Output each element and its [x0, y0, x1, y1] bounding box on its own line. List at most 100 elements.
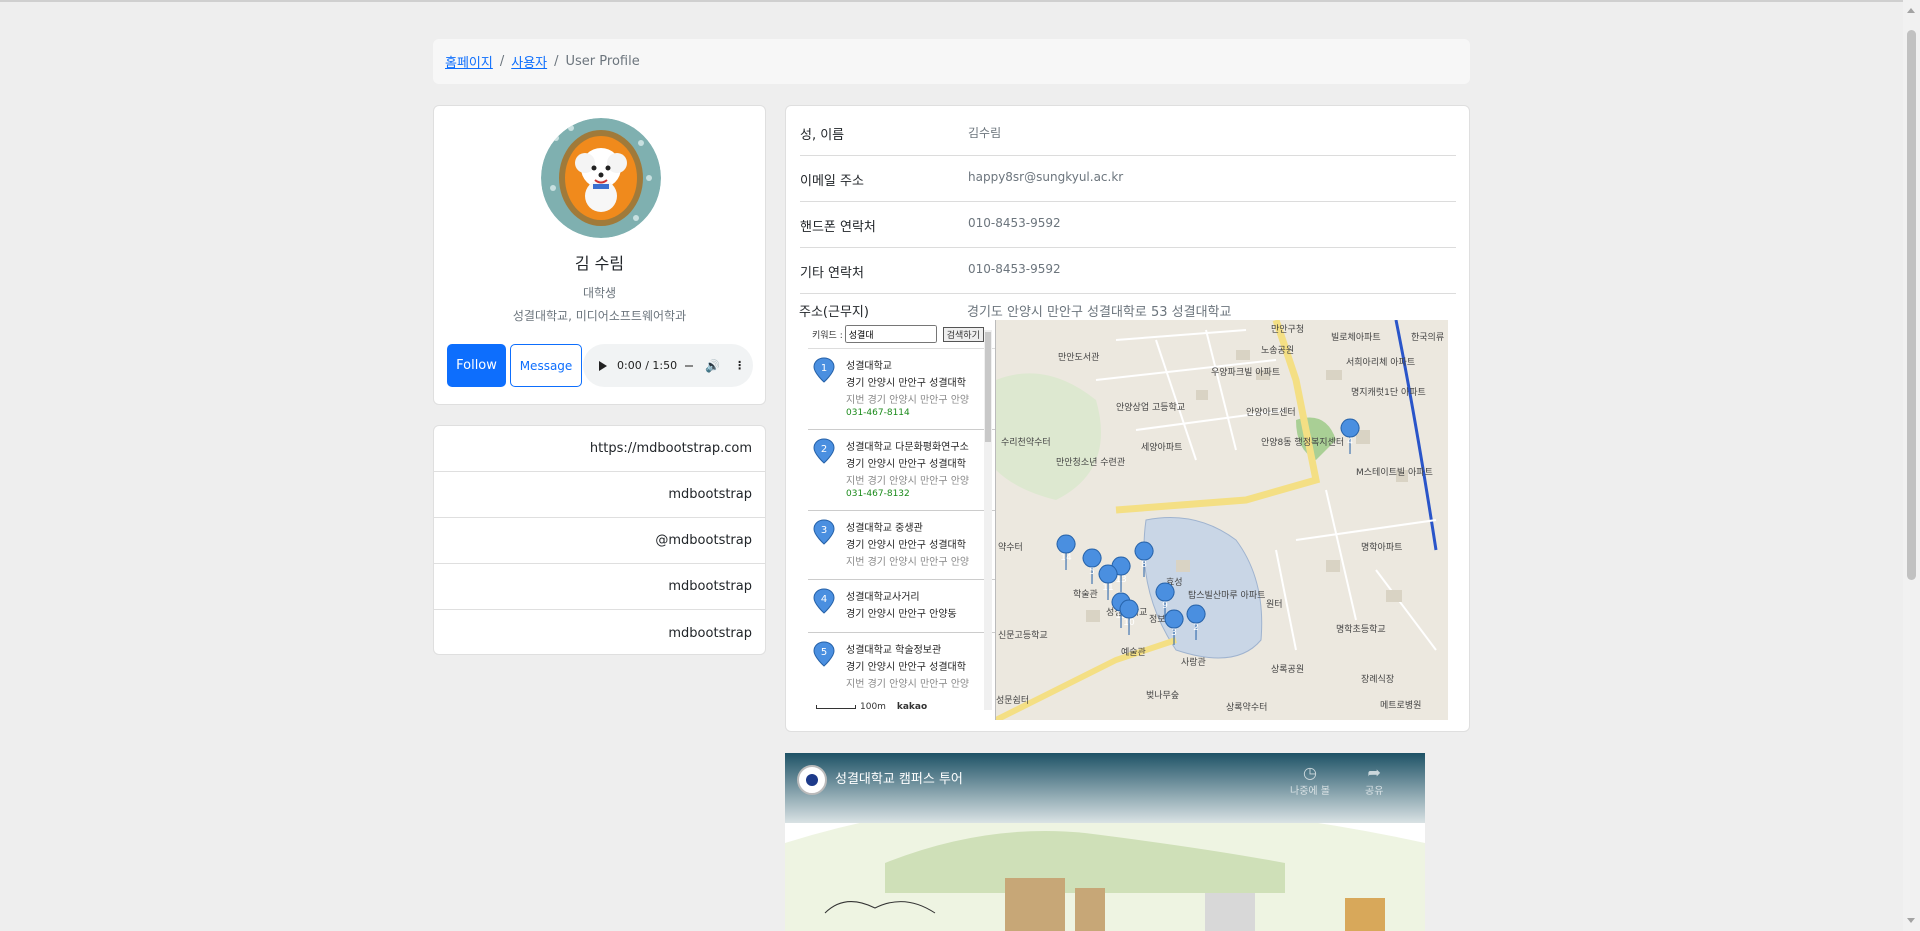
- svg-text:벚나무숲: 벚나무숲: [1146, 690, 1179, 701]
- phone-label: 핸드폰 연락처: [800, 220, 876, 235]
- map-canvas[interactable]: 만안구청 빌로체아파트 한국의류 노송공원 서희아리체 아파트 만안도서관 우양…: [996, 320, 1448, 720]
- map-result-item[interactable]: 3 성결대학교 중생관 경기 안양시 만안구 성결대학 지번 경기 안양시 만안…: [808, 511, 995, 580]
- svg-text:5: 5: [1089, 567, 1095, 577]
- link-facebook-text: mdbootstrap: [668, 625, 752, 641]
- link-facebook[interactable]: mdbootstrap: [434, 610, 765, 656]
- result-address: 경기 안양시 만안구 성결대학: [846, 459, 966, 470]
- email-value: happy8sr@sungkyul.ac.kr: [968, 170, 1124, 184]
- svg-text:우양파크빌 아파트: 우양파크빌 아파트: [1211, 367, 1280, 378]
- svg-text:1: 1: [821, 363, 827, 374]
- play-icon[interactable]: [599, 360, 607, 371]
- result-name: 성결대학교 다문화평화연구소: [846, 442, 969, 453]
- address-value: 경기도 안양시 만안구 성결대학로 53 성결대학교: [967, 305, 1232, 320]
- svg-text:4: 4: [1347, 437, 1353, 447]
- svg-text:예술관: 예술관: [1121, 647, 1146, 658]
- keyword-label: 키워드 :: [812, 330, 843, 341]
- name-label: 성, 이름: [800, 128, 845, 143]
- link-website[interactable]: https://mdbootstrap.com: [434, 426, 765, 472]
- email-label: 이메일 주소: [800, 174, 864, 189]
- link-twitter-text: @mdbootstrap: [655, 533, 752, 548]
- scrollbar-thumb[interactable]: [1907, 30, 1916, 580]
- breadcrumb-home-link[interactable]: 홈페이지: [445, 52, 493, 71]
- map-marker-icon: 5: [813, 641, 835, 667]
- map-marker-icon: 4: [813, 588, 835, 614]
- result-address: 경기 안양시 만안구 성결대학: [846, 662, 966, 673]
- svg-text:8: 8: [1141, 560, 1147, 570]
- map-result-item[interactable]: 1 성결대학교 경기 안양시 만안구 성결대학 지번 경기 안양시 만안구 안양…: [808, 349, 995, 430]
- link-github[interactable]: mdbootstrap: [434, 472, 765, 518]
- map-scale: 100m kakao: [816, 702, 927, 712]
- result-name: 성결대학교 중생관: [846, 523, 923, 534]
- map-results-list: 키워드 : 검색하기 1 성결대학교 경기 안양시 만안구 성결대학 지번 경기…: [808, 320, 996, 720]
- svg-text:9: 9: [1162, 601, 1168, 611]
- svg-text:2: 2: [821, 444, 827, 455]
- result-name: 성결대학교사거리: [846, 592, 920, 603]
- result-jibun: 지번 경기 안양시 만안구 안양: [846, 395, 970, 406]
- result-address: 경기 안양시 만안구 안양동: [846, 609, 957, 620]
- message-button[interactable]: Message: [510, 344, 582, 387]
- profile-card: 김 수림 대학생 성결대학교, 미디어소프트웨어학과 Follow Messag…: [433, 105, 766, 405]
- svg-text:빌로체아파트: 빌로체아파트: [1331, 332, 1381, 343]
- result-jibun: 지번 경기 안양시 만안구 안양: [846, 679, 970, 690]
- result-name: 성결대학교 학술정보관: [846, 645, 942, 656]
- more-options-icon[interactable]: ⋮: [734, 359, 745, 372]
- volume-icon[interactable]: 🔊: [705, 359, 720, 373]
- breadcrumb-users-link[interactable]: 사용자: [511, 52, 547, 71]
- svg-text:10: 10: [1123, 618, 1135, 628]
- map-result-item[interactable]: 2 성결대학교 다문화평화연구소 경기 안양시 만안구 성결대학 지번 경기 안…: [808, 430, 995, 511]
- breadcrumb-separator: /: [499, 54, 505, 69]
- page-scrollbar[interactable]: [1903, 0, 1920, 931]
- share-button[interactable]: ➦ 공유: [1365, 763, 1383, 797]
- scroll-down-icon[interactable]: [1907, 918, 1915, 923]
- avatar: [541, 118, 661, 238]
- channel-logo[interactable]: [797, 765, 827, 795]
- svg-text:세양아파트: 세양아파트: [1141, 442, 1182, 453]
- map-marker-icon: 2: [813, 438, 835, 464]
- map-result-item[interactable]: 5 성결대학교 학술정보관 경기 안양시 만안구 성결대학 지번 경기 안양시 …: [808, 633, 995, 701]
- info-row-email: 이메일 주소 happy8sr@sungkyul.ac.kr: [800, 156, 1456, 202]
- watch-later-button[interactable]: ◷ 나중에 볼: [1290, 763, 1330, 797]
- svg-text:학술관: 학술관: [1073, 589, 1098, 600]
- svg-text:서희아리체 아파트: 서희아리체 아파트: [1346, 356, 1415, 368]
- result-name: 성결대학교: [846, 361, 892, 372]
- clock-icon: ◷: [1303, 763, 1317, 782]
- campus-tour-video[interactable]: 성결대학교 캠퍼스 투어 ◷ 나중에 볼 ➦ 공유: [785, 753, 1425, 931]
- svg-text:상록공원: 상록공원: [1271, 664, 1304, 675]
- result-phone: 031-467-8114: [846, 408, 910, 418]
- map-result-item[interactable]: 4 성결대학교사거리 경기 안양시 만안구 안양동: [808, 580, 995, 633]
- name-value: 김수림: [968, 126, 1002, 140]
- svg-text:명학초등학교: 명학초등학교: [1336, 624, 1386, 635]
- keyword-input[interactable]: [844, 325, 937, 343]
- svg-text:2: 2: [1193, 623, 1199, 633]
- info-row-phone: 핸드폰 연락처 010-8453-9592: [800, 202, 1456, 248]
- link-instagram[interactable]: mdbootstrap: [434, 564, 765, 610]
- svg-text:만안청소년 수련관: 만안청소년 수련관: [1056, 457, 1125, 468]
- svg-text:11: 11: [1102, 583, 1113, 593]
- svg-text:수리천약수터: 수리천약수터: [1001, 436, 1051, 448]
- svg-text:명지캐럿1단 아파트: 명지캐럿1단 아파트: [1351, 386, 1426, 398]
- kakao-map[interactable]: 키워드 : 검색하기 1 성결대학교 경기 안양시 만안구 성결대학 지번 경기…: [808, 320, 1448, 720]
- window-top-border: [0, 0, 1920, 2]
- video-title[interactable]: 성결대학교 캠퍼스 투어: [835, 768, 963, 787]
- audio-player: 0:00 / 1:50 🔊 ⋮: [583, 344, 753, 387]
- result-jibun: 지번 경기 안양시 만안구 안양: [846, 557, 970, 568]
- svg-text:안양아트센터: 안양아트센터: [1246, 407, 1296, 418]
- result-address: 경기 안양시 만안구 성결대학: [846, 540, 966, 551]
- info-row-name: 성, 이름 김수림: [800, 110, 1456, 156]
- svg-text:한국의류: 한국의류: [1411, 332, 1444, 343]
- svg-text:상록약수터: 상록약수터: [1226, 701, 1267, 713]
- svg-text:만안도서관: 만안도서관: [1058, 352, 1099, 363]
- svg-text:M스테이트빌 아파트: M스테이트빌 아파트: [1356, 467, 1433, 478]
- scroll-up-icon[interactable]: [1907, 8, 1915, 13]
- map-list-scrollbar[interactable]: [984, 330, 992, 710]
- follow-button[interactable]: Follow: [447, 344, 506, 387]
- breadcrumb: 홈페이지 / 사용자 / User Profile: [433, 39, 1470, 84]
- link-twitter[interactable]: @mdbootstrap: [434, 518, 765, 564]
- svg-text:장례식장: 장례식장: [1361, 674, 1394, 685]
- link-website-text: https://mdbootstrap.com: [589, 441, 752, 456]
- svg-text:14: 14: [1060, 553, 1072, 563]
- audio-progress[interactable]: [685, 364, 694, 367]
- result-jibun: 지번 경기 안양시 만안구 안양: [846, 476, 970, 487]
- svg-text:사랑관: 사랑관: [1181, 656, 1206, 668]
- search-button[interactable]: 검색하기: [942, 326, 984, 342]
